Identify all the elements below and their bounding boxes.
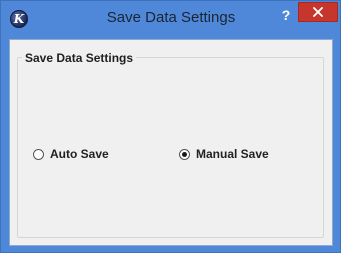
manual-save-radio-circle[interactable] <box>179 148 190 160</box>
help-button[interactable]: ? <box>273 6 299 24</box>
dialog-content: Save Data Settings Auto Save Manual Save <box>9 39 333 246</box>
auto-save-radio-circle[interactable] <box>33 148 44 160</box>
auto-save-label[interactable]: Auto Save <box>50 147 109 161</box>
auto-save-radio[interactable]: Auto Save <box>33 147 109 161</box>
title-bar[interactable]: K Save Data Settings ? <box>1 1 340 38</box>
app-logo-letter: K <box>13 12 25 26</box>
app-logo-icon[interactable]: K <box>10 10 28 28</box>
close-button[interactable] <box>298 2 338 22</box>
group-title: Save Data Settings <box>22 51 137 65</box>
manual-save-label[interactable]: Manual Save <box>196 147 269 161</box>
help-icon: ? <box>281 7 291 23</box>
dialog-window: K Save Data Settings ? Save Data Setting… <box>0 0 341 253</box>
window-title: Save Data Settings <box>106 9 236 26</box>
close-icon <box>313 7 323 17</box>
manual-save-radio[interactable]: Manual Save <box>179 147 269 161</box>
